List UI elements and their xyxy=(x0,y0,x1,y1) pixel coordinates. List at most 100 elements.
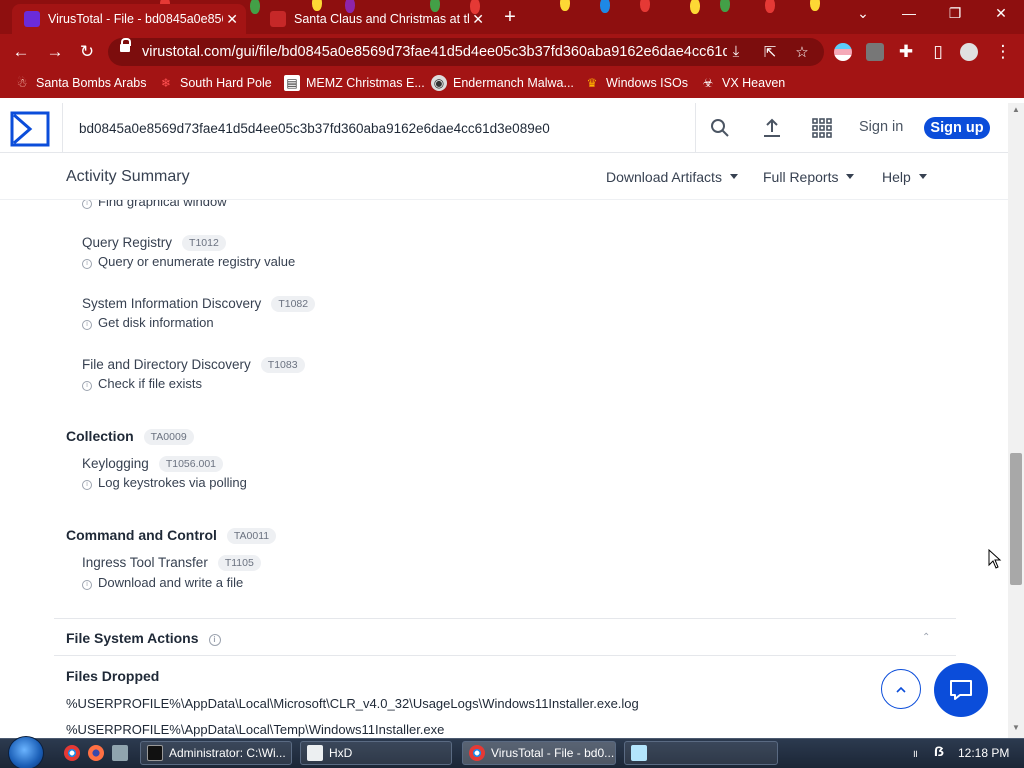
tab-label: Santa Claus and Christmas at the xyxy=(294,12,469,26)
technique-id-badge[interactable]: T1083 xyxy=(260,357,305,373)
bookmarks-bar: ☃ Santa Bombs Arabs ❄ South Hard Pole ▤ … xyxy=(0,70,1024,98)
technique-id-badge[interactable]: T1056.001 xyxy=(158,456,224,472)
flag-extension-icon[interactable] xyxy=(834,43,852,61)
dropped-file-path: %USERPROFILE%\AppData\Local\Microsoft\CL… xyxy=(66,696,639,711)
s-extension-icon[interactable] xyxy=(866,43,884,61)
full-reports-dropdown[interactable]: Full Reports xyxy=(763,169,855,185)
url-text[interactable]: virustotal.com/gui/file/bd0845a0e8569d73… xyxy=(142,44,727,60)
start-button-windows-icon[interactable] xyxy=(8,736,44,768)
chrome-icon xyxy=(469,745,485,761)
address-bar[interactable]: virustotal.com/gui/file/bd0845a0e8569d73… xyxy=(108,38,824,66)
bookmark-star-icon[interactable]: ☆ xyxy=(792,43,812,61)
taskbar-app-hxd[interactable]: HxD xyxy=(300,741,452,765)
tray-expand-icon[interactable]: ॥ xyxy=(912,746,922,760)
taskbar-app-window[interactable] xyxy=(624,741,778,765)
technique-id-badge[interactable]: T1082 xyxy=(271,296,316,312)
sign-in-link[interactable]: Sign in xyxy=(859,119,903,135)
taskbar-app-cmd[interactable]: Administrator: C:\Wi... xyxy=(140,741,292,765)
technique-title: System Information Discovery xyxy=(82,296,262,311)
close-tab-icon[interactable]: ✕ xyxy=(472,11,484,28)
bookmark-label: VX Heaven xyxy=(722,76,786,90)
bookmark-santa-bombs-arabs[interactable]: ☃ Santa Bombs Arabs xyxy=(14,75,147,91)
side-panel-icon[interactable]: ▯ xyxy=(927,42,949,62)
bookmark-south-hard-pole[interactable]: ❄ South Hard Pole xyxy=(158,75,272,91)
technique-query-registry[interactable]: Query Registry T1012 xyxy=(82,235,226,251)
hash-search-box[interactable]: bd0845a0e8569d73fae41d5d4ee05c3b37fd360a… xyxy=(62,103,696,153)
close-tab-icon[interactable]: ✕ xyxy=(226,11,238,28)
minimize-icon[interactable]: — xyxy=(898,5,920,21)
description-text: Query or enumerate registry value xyxy=(98,254,296,269)
new-tab-plus-icon[interactable]: + xyxy=(500,6,520,29)
tactic-title: Collection xyxy=(66,428,134,444)
close-window-icon[interactable]: ✕ xyxy=(990,5,1012,22)
info-icon[interactable]: i xyxy=(208,634,221,646)
chrome-quick-icon[interactable] xyxy=(64,745,80,761)
search-icon[interactable] xyxy=(707,115,733,141)
technique-system-information-discovery[interactable]: System Information Discovery T1082 xyxy=(82,296,316,312)
share-icon[interactable]: ⇱ xyxy=(760,43,780,61)
bookmark-label: Windows ISOs xyxy=(606,76,688,90)
profile-avatar-icon[interactable] xyxy=(960,43,978,61)
tactic-collection[interactable]: Collection TA0009 xyxy=(66,428,194,445)
app-icon xyxy=(631,745,647,761)
tab-search-chevron-icon[interactable]: ⌄ xyxy=(852,5,874,22)
technique-keylogging[interactable]: Keylogging T1056.001 xyxy=(82,456,224,472)
taskbar-app-chrome[interactable]: VirusTotal - File - bd0... xyxy=(462,741,616,765)
tactic-id-badge[interactable]: TA0011 xyxy=(226,528,277,544)
bookmark-windows-isos[interactable]: ♛ Windows ISOs xyxy=(584,75,688,91)
info-icon: i xyxy=(82,320,92,330)
search-input[interactable]: bd0845a0e8569d73fae41d5d4ee05c3b37fd360a… xyxy=(79,121,550,136)
firefox-quick-icon[interactable] xyxy=(88,745,104,761)
tab-virustotal[interactable]: VirusTotal - File - bd0845a0e8569 ✕ xyxy=(12,4,246,34)
scroll-down-arrow-icon[interactable]: ▼ xyxy=(1012,723,1020,732)
reload-icon[interactable]: ↻ xyxy=(76,42,98,62)
extensions-puzzle-icon[interactable]: ✚ xyxy=(895,42,917,62)
info-icon: i xyxy=(82,259,92,269)
tactic-id-badge[interactable]: TA0009 xyxy=(143,429,194,445)
page-scrollbar[interactable]: ▲ ▼ xyxy=(1008,103,1024,738)
lock-icon xyxy=(120,38,131,52)
file-system-actions-header[interactable]: File System Actions i xyxy=(66,630,227,646)
tray-app-icon[interactable]: ẞ xyxy=(934,743,952,761)
computer-quick-icon[interactable] xyxy=(112,745,128,761)
technique-id-badge[interactable]: T1105 xyxy=(217,555,261,571)
technique-ingress-tool-transfer[interactable]: Ingress Tool Transfer T1105 xyxy=(82,555,261,571)
tab-santa-claus[interactable]: Santa Claus and Christmas at the ✕ xyxy=(258,4,492,34)
tab-label: VirusTotal - File - bd0845a0e8569 xyxy=(48,12,223,26)
bookmark-endermanch-malware[interactable]: ◉ Endermanch Malwa... xyxy=(431,75,574,91)
description-text: Check if file exists xyxy=(98,376,203,391)
apps-grid-icon[interactable] xyxy=(809,115,835,141)
collapse-chevron-up-icon[interactable]: ⌃ xyxy=(922,632,932,643)
scroll-up-arrow-icon[interactable]: ▲ xyxy=(1012,105,1020,114)
sign-up-button[interactable]: Sign up xyxy=(924,117,990,139)
santa-icon: ☃ xyxy=(16,76,28,90)
download-artifacts-dropdown[interactable]: Download Artifacts xyxy=(606,169,738,185)
scrollbar-thumb[interactable] xyxy=(1010,453,1022,585)
technique-id-badge[interactable]: T1012 xyxy=(182,235,226,251)
restore-icon[interactable]: ❐ xyxy=(944,5,966,22)
system-clock[interactable]: 12:18 PM xyxy=(958,746,1009,760)
technique-description: i Get disk information xyxy=(82,315,214,330)
browser-menu-icon[interactable]: ⋮ xyxy=(992,42,1014,62)
technique-file-directory-discovery[interactable]: File and Directory Discovery T1083 xyxy=(82,357,305,373)
santa-favicon-icon xyxy=(270,11,286,27)
dropdown-label: Download Artifacts xyxy=(606,169,722,185)
tactic-command-and-control[interactable]: Command and Control TA0011 xyxy=(66,527,277,544)
bookmark-vx-heaven[interactable]: ☣ VX Heaven xyxy=(700,75,786,91)
technique-title: Keylogging xyxy=(82,456,149,471)
raccoon-icon: ◉ xyxy=(431,75,447,91)
download-icon[interactable]: ⤓ xyxy=(726,43,746,60)
info-icon: i xyxy=(82,200,92,209)
back-arrow-icon[interactable]: ← xyxy=(10,42,32,62)
virustotal-header: bd0845a0e8569d73fae41d5d4ee05c3b37fd360a… xyxy=(0,103,1008,153)
section-divider xyxy=(54,618,956,619)
upload-icon[interactable] xyxy=(759,115,785,141)
taskbar-app-label: VirusTotal - File - bd0... xyxy=(491,746,615,760)
scroll-to-top-button[interactable] xyxy=(881,669,921,709)
bookmark-memz-christmas[interactable]: ▤ MEMZ Christmas E... xyxy=(284,75,425,91)
help-dropdown[interactable]: Help xyxy=(882,169,927,185)
forward-arrow-icon[interactable]: → xyxy=(44,42,66,62)
windows-taskbar: Administrator: C:\Wi... HxD VirusTotal -… xyxy=(0,736,1024,768)
virustotal-logo-icon[interactable] xyxy=(10,111,50,147)
chat-button[interactable] xyxy=(934,663,988,717)
